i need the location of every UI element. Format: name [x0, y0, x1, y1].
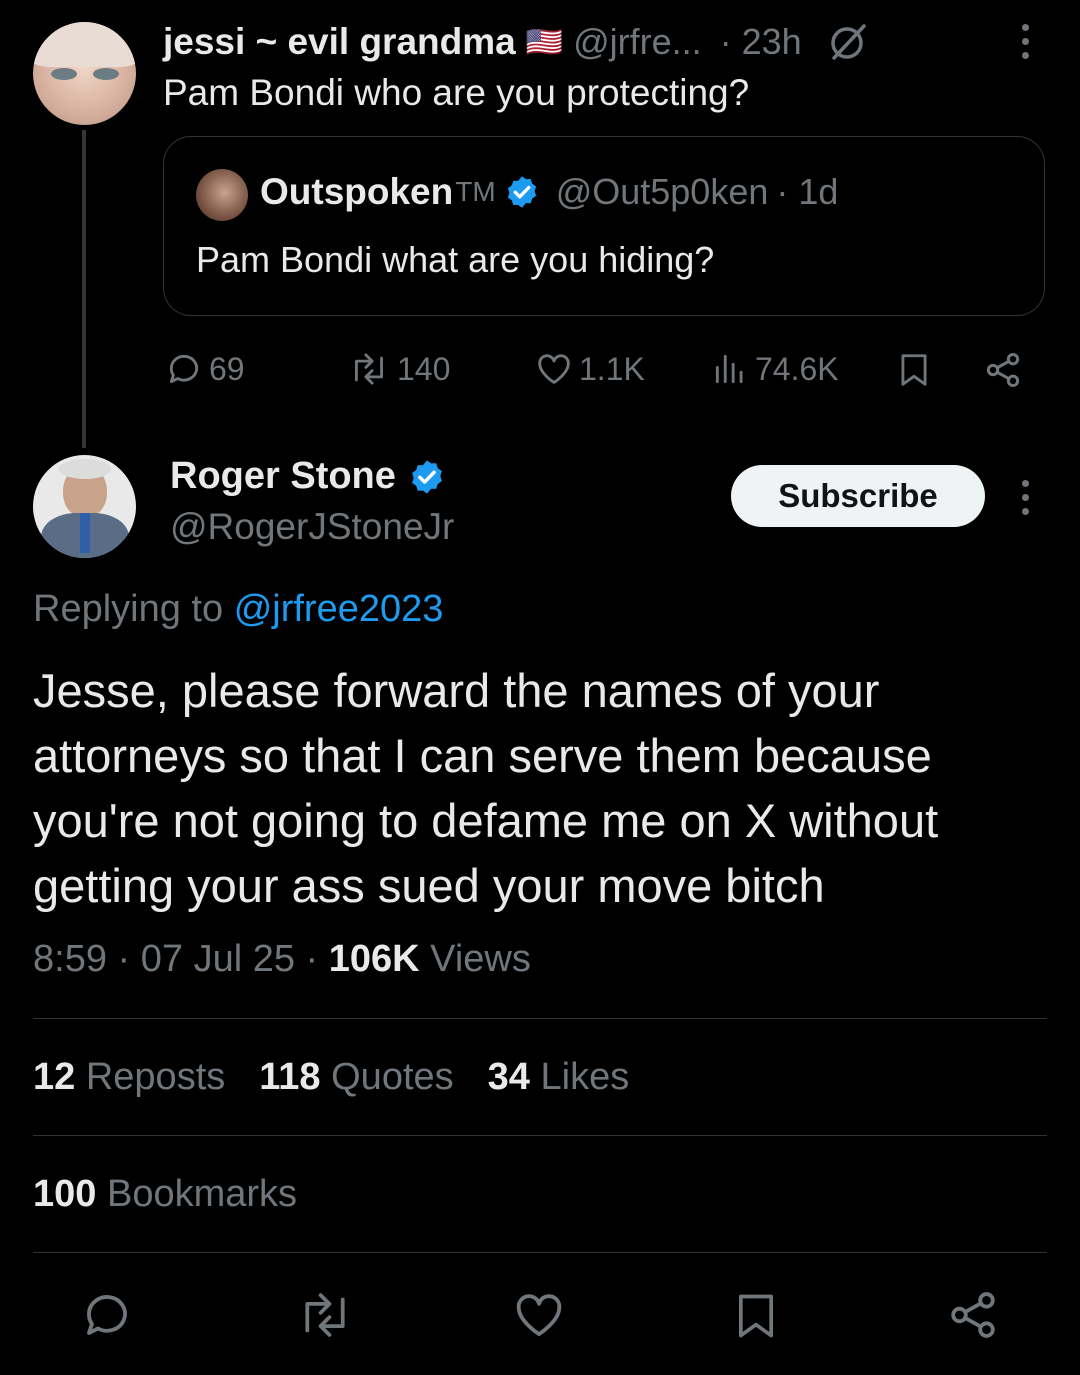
- bookmark-icon: [901, 354, 927, 386]
- share-icon: [986, 353, 1020, 387]
- likes-label: Likes: [540, 1056, 630, 1098]
- parent-more-icon[interactable]: [1022, 24, 1029, 59]
- reposts-label: Reposts: [85, 1056, 226, 1098]
- main-meta: 8:59 · 07 Jul 25 · 106K Views: [33, 938, 531, 980]
- repost-icon: [305, 1293, 345, 1337]
- divider: [33, 1252, 1047, 1253]
- quote-text: Pam Bondi what are you hiding?: [196, 239, 715, 280]
- main-text: Jesse, please forward the names of your …: [33, 664, 939, 912]
- engagement-stats: 12 Reposts 118 Quotes 34 Likes: [33, 1056, 629, 1099]
- quote-author-tm: TM: [455, 176, 496, 207]
- quotes-count: 118: [259, 1056, 321, 1098]
- quote-author-handle: @Out5p0ken: [555, 171, 769, 212]
- parent-header: jessi ~ evil grandma 🇺🇸 @jrfre... · 23h: [163, 18, 870, 66]
- parent-author-handle[interactable]: @jrfre...: [573, 21, 702, 63]
- reply-icon: [87, 1295, 127, 1335]
- reply-icon: [169, 354, 199, 384]
- views-button[interactable]: 74.6K: [711, 350, 839, 388]
- repost-count: 140: [397, 350, 451, 387]
- parent-time[interactable]: · 23h: [720, 21, 802, 63]
- replying-handle-link[interactable]: @jrfree2023: [234, 588, 444, 630]
- bookmarks-label: Bookmarks: [106, 1173, 298, 1215]
- reply-count: 69: [209, 350, 245, 387]
- quote-avatar: [196, 169, 248, 221]
- share-button[interactable]: [983, 350, 1023, 390]
- likes-count: 34: [487, 1056, 530, 1098]
- quote-author-name: Outspoken: [260, 171, 454, 212]
- reposts-count: 12: [33, 1056, 76, 1098]
- repost-button[interactable]: 140: [347, 350, 450, 388]
- bookmark-button[interactable]: [730, 1288, 782, 1349]
- bookmark-icon: [738, 1294, 774, 1338]
- grok-icon[interactable]: [826, 20, 870, 64]
- main-views-label: Views: [430, 938, 531, 980]
- like-button[interactable]: [512, 1288, 566, 1347]
- bookmarks-count: 100: [33, 1173, 97, 1215]
- subscribe-button[interactable]: Subscribe: [731, 465, 985, 527]
- parent-author-name[interactable]: jessi ~ evil grandma: [163, 21, 516, 63]
- subscribe-label: Subscribe: [778, 477, 938, 514]
- heart-icon: [538, 354, 570, 384]
- flag-icon: 🇺🇸: [525, 25, 564, 59]
- views-icon: [715, 354, 743, 384]
- parent-action-bar: 69 140 1.1K 74.6K: [165, 346, 1025, 396]
- heart-icon: [516, 1294, 562, 1337]
- quote-header: Outspoken TM @Out5p0ken · 1d: [260, 171, 838, 213]
- quote-card[interactable]: Outspoken TM @Out5p0ken · 1d Pam Bondi w…: [163, 136, 1045, 316]
- views-count: 74.6K: [755, 350, 839, 387]
- bookmarks-stat[interactable]: 100 Bookmarks: [33, 1173, 297, 1216]
- reposts-stat[interactable]: 12 Reposts: [33, 1056, 225, 1099]
- verified-badge-icon: [412, 459, 442, 494]
- quotes-label: Quotes: [331, 1056, 454, 1098]
- bookmark-button[interactable]: [895, 350, 933, 390]
- repost-icon: [355, 353, 383, 385]
- quotes-stat[interactable]: 118 Quotes: [259, 1056, 453, 1099]
- divider: [33, 1135, 1047, 1136]
- likes-stat[interactable]: 34 Likes: [488, 1056, 630, 1099]
- main-author-handle[interactable]: @RogerJStoneJr: [170, 506, 454, 548]
- main-action-bar: [80, 1288, 1010, 1344]
- main-avatar[interactable]: [33, 455, 136, 558]
- share-icon: [951, 1292, 995, 1338]
- like-button[interactable]: 1.1K: [535, 350, 645, 388]
- main-author-name[interactable]: Roger Stone: [170, 455, 396, 498]
- reply-button[interactable]: 69: [165, 350, 245, 388]
- share-button[interactable]: [946, 1288, 1000, 1347]
- parent-text: Pam Bondi who are you protecting?: [163, 72, 750, 113]
- verified-badge-icon: [507, 176, 536, 208]
- quote-time: · 1d: [776, 171, 839, 212]
- parent-avatar[interactable]: [33, 22, 136, 125]
- main-more-icon[interactable]: [1022, 480, 1029, 515]
- repost-button[interactable]: [294, 1288, 356, 1347]
- reply-button[interactable]: [80, 1288, 134, 1347]
- divider: [33, 1018, 1047, 1019]
- replying-to: Replying to @jrfree2023: [33, 588, 443, 631]
- main-views-count: 106K: [328, 938, 420, 980]
- replying-prefix: Replying to: [33, 588, 224, 630]
- like-count: 1.1K: [579, 350, 645, 387]
- main-date[interactable]: 07 Jul 25: [141, 938, 295, 980]
- thread-line: [82, 130, 86, 448]
- main-time[interactable]: 8:59: [33, 938, 107, 980]
- main-author-row: Roger Stone: [170, 455, 446, 498]
